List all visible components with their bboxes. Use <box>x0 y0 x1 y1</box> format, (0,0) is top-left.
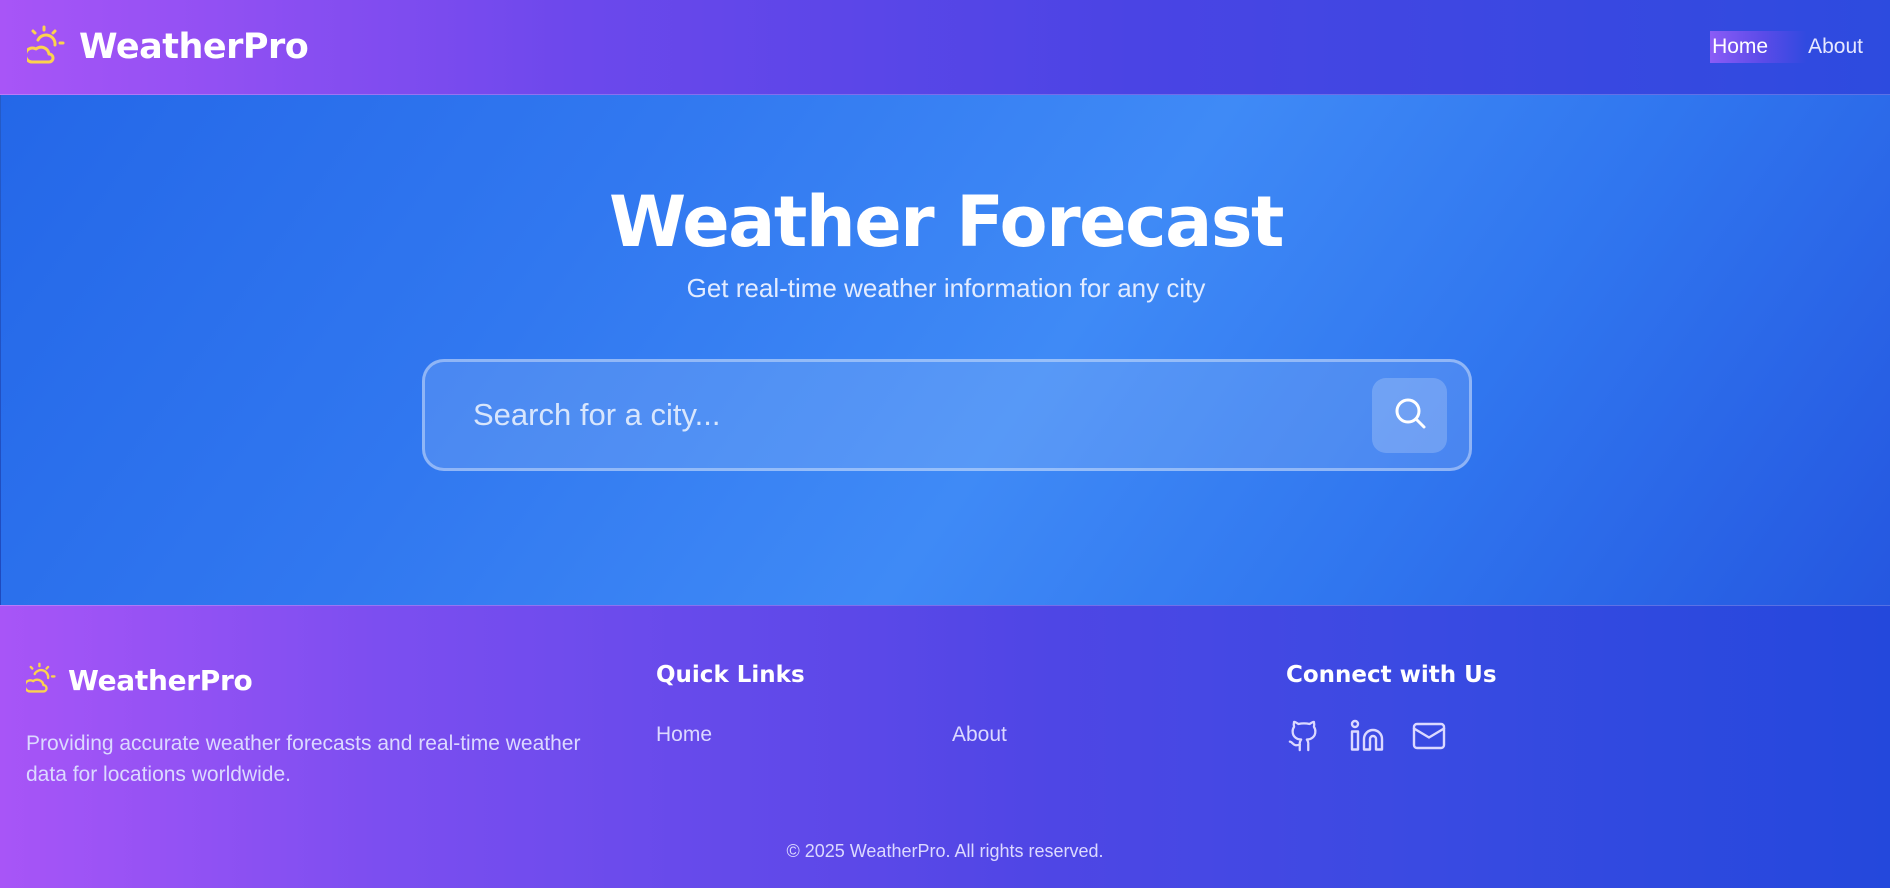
search-button[interactable] <box>1372 378 1447 453</box>
search-icon <box>1393 396 1427 435</box>
nav-home-link[interactable]: Home <box>1710 31 1807 63</box>
footer: WeatherPro Providing accurate weather fo… <box>0 605 1890 888</box>
github-icon[interactable] <box>1284 716 1324 756</box>
copyright: © 2025 WeatherPro. All rights reserved. <box>786 841 1104 861</box>
nav-links: Home About <box>1710 31 1865 63</box>
navbar: WeatherPro Home About <box>0 0 1890 95</box>
footer-brand-name: WeatherPro <box>68 664 253 697</box>
search-input[interactable] <box>473 362 1333 468</box>
footer-home-link[interactable]: Home <box>656 723 712 747</box>
hero-title: Weather Forecast <box>608 181 1285 263</box>
footer-brand[interactable]: WeatherPro <box>23 661 253 700</box>
footer-description: Providing accurate weather forecasts and… <box>26 732 581 786</box>
mail-icon[interactable] <box>1409 716 1449 756</box>
quick-links-heading: Quick Links <box>656 662 805 688</box>
nav-about-link[interactable]: About <box>1806 32 1865 62</box>
hero-section: Weather Forecast Get real-time weather i… <box>0 95 1890 605</box>
footer-about-link[interactable]: About <box>952 723 1007 747</box>
brand[interactable]: WeatherPro <box>23 25 309 70</box>
search-box <box>422 359 1472 471</box>
connect-heading: Connect with Us <box>1286 662 1497 688</box>
linkedin-icon[interactable] <box>1347 716 1387 756</box>
brand-name: WeatherPro <box>79 27 309 67</box>
cloud-sun-icon <box>23 25 65 70</box>
hero-subtitle: Get real-time weather information for an… <box>686 273 1206 303</box>
cloud-sun-icon <box>23 661 56 700</box>
